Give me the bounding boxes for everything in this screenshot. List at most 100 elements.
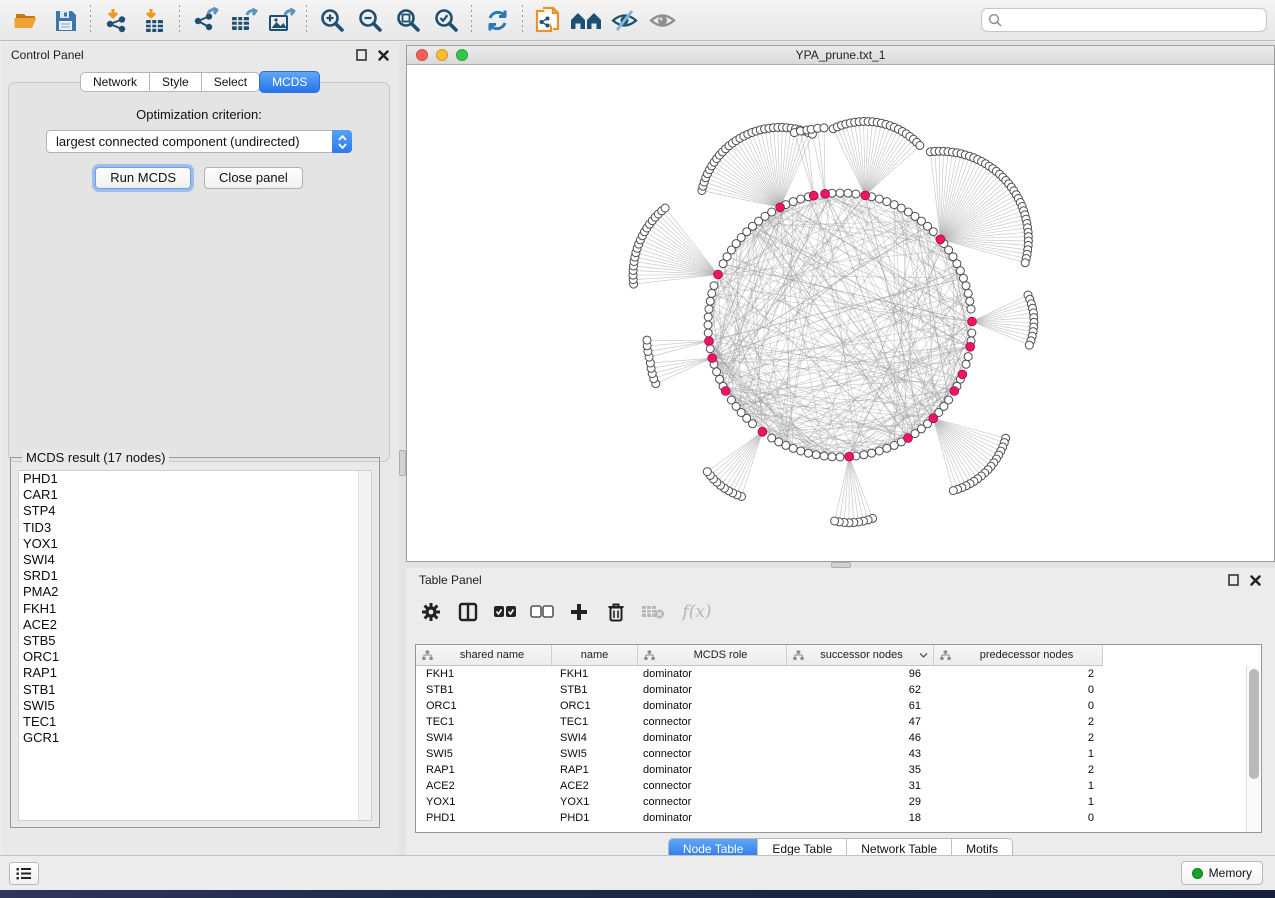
import-network-button[interactable]	[97, 3, 135, 37]
mcds-result-item[interactable]: PMA2	[19, 584, 371, 600]
table-row[interactable]: ORC1ORC1dominator610	[416, 698, 1246, 714]
open-file-button[interactable]	[8, 3, 46, 37]
cell[interactable]: dominator	[638, 700, 787, 712]
cell[interactable]: SWI4	[552, 732, 638, 744]
export-image-button[interactable]	[262, 3, 300, 37]
cell[interactable]: YOX1	[552, 796, 638, 808]
cell[interactable]: 61	[787, 700, 934, 712]
cell[interactable]: 1	[934, 748, 1103, 760]
cell[interactable]: dominator	[638, 764, 787, 776]
cell[interactable]: dominator	[638, 684, 787, 696]
cell[interactable]: PHD1	[552, 812, 638, 824]
cell[interactable]: 1	[934, 780, 1103, 792]
column-header-MCDS-role[interactable]: MCDS role	[638, 645, 787, 666]
cell[interactable]: FKH1	[416, 668, 552, 680]
cell[interactable]: connector	[638, 780, 787, 792]
mcds-result-item[interactable]: STB5	[19, 633, 371, 649]
table-row[interactable]: SWI4SWI4dominator462	[416, 730, 1246, 746]
mcds-result-item[interactable]: CAR1	[19, 487, 371, 503]
float-panel-icon[interactable]	[355, 49, 368, 62]
deselect-all-button[interactable]	[527, 597, 557, 627]
cell[interactable]: 31	[787, 780, 934, 792]
delete-table-button[interactable]	[638, 597, 668, 627]
cell[interactable]: ORC1	[552, 700, 638, 712]
refresh-button[interactable]	[478, 3, 516, 37]
cell[interactable]: 62	[787, 684, 934, 696]
cell[interactable]: 96	[787, 668, 934, 680]
mcds-result-item[interactable]: SRD1	[19, 568, 371, 584]
network-graph[interactable]	[407, 65, 1273, 561]
mcds-result-item[interactable]: ORC1	[19, 649, 371, 665]
cell[interactable]: 29	[787, 796, 934, 808]
mcds-result-item[interactable]: FKH1	[19, 601, 371, 617]
cell[interactable]: 2	[934, 732, 1103, 744]
cell[interactable]: 2	[934, 764, 1103, 776]
zoom-out-button[interactable]	[351, 3, 389, 37]
clone-network-button[interactable]	[529, 3, 567, 37]
tab-style[interactable]: Style	[149, 72, 201, 92]
network-canvas[interactable]	[407, 65, 1274, 561]
cell[interactable]: 1	[934, 796, 1103, 808]
cell[interactable]: connector	[638, 796, 787, 808]
table-row[interactable]: RAP1RAP1dominator352	[416, 762, 1246, 778]
zoom-selected-button[interactable]	[427, 3, 465, 37]
mcds-result-item[interactable]: TEC1	[19, 714, 371, 730]
cell[interactable]: 47	[787, 716, 934, 728]
export-network-button[interactable]	[186, 3, 224, 37]
table-scrollbar[interactable]	[1246, 666, 1261, 832]
optimization-criterion-select[interactable]: largest connected component (undirected)	[46, 130, 352, 153]
table-settings-button[interactable]	[416, 597, 446, 627]
cell[interactable]: 35	[787, 764, 934, 776]
table-row[interactable]: SWI5SWI5connector431	[416, 746, 1246, 762]
cell[interactable]: 0	[934, 700, 1103, 712]
first-neighbors-button[interactable]	[567, 3, 605, 37]
cell[interactable]: connector	[638, 748, 787, 760]
cell[interactable]: ACE2	[416, 780, 552, 792]
zoom-fit-button[interactable]	[389, 3, 427, 37]
cell[interactable]: dominator	[638, 668, 787, 680]
cell[interactable]: 43	[787, 748, 934, 760]
select-all-button[interactable]	[490, 597, 520, 627]
delete-column-button[interactable]	[601, 597, 631, 627]
table-row[interactable]: PHD1PHD1dominator180	[416, 810, 1246, 826]
cell[interactable]: YOX1	[416, 796, 552, 808]
function-builder-button[interactable]: f(x)	[675, 597, 719, 627]
vertical-splitter[interactable]	[399, 42, 406, 855]
mcds-result-item[interactable]: SWI4	[19, 552, 371, 568]
show-columns-button[interactable]	[453, 597, 483, 627]
cell[interactable]: RAP1	[416, 764, 552, 776]
mcds-result-item[interactable]: YOX1	[19, 536, 371, 552]
mcds-result-item[interactable]: ACE2	[19, 617, 371, 633]
cell[interactable]: 0	[934, 684, 1103, 696]
cell[interactable]: STB1	[416, 684, 552, 696]
cell[interactable]: SWI4	[416, 732, 552, 744]
mcds-result-item[interactable]: TID3	[19, 520, 371, 536]
cell[interactable]: 18	[787, 812, 934, 824]
cell[interactable]: TEC1	[552, 716, 638, 728]
memory-button[interactable]: Memory	[1181, 861, 1263, 885]
float-panel-icon[interactable]	[1227, 574, 1240, 587]
search-input[interactable]	[1003, 10, 1260, 30]
splitter-handle[interactable]	[399, 450, 406, 476]
hide-selected-button[interactable]	[605, 3, 643, 37]
cell[interactable]: SWI5	[416, 748, 552, 760]
cell[interactable]: TEC1	[416, 716, 552, 728]
search-field[interactable]	[981, 8, 1267, 32]
mcds-result-item[interactable]: RAP1	[19, 665, 371, 681]
close-panel-icon[interactable]	[1249, 574, 1262, 587]
tab-mcds[interactable]: MCDS	[259, 71, 320, 93]
show-all-button[interactable]	[643, 3, 681, 37]
cell[interactable]: ACE2	[552, 780, 638, 792]
close-panel-icon[interactable]	[377, 49, 390, 62]
tab-select[interactable]: Select	[201, 72, 260, 92]
cell[interactable]: ORC1	[416, 700, 552, 712]
column-header-successor-nodes[interactable]: successor nodes	[787, 645, 934, 666]
cell[interactable]: dominator	[638, 812, 787, 824]
cell[interactable]: RAP1	[552, 764, 638, 776]
mcds-result-item[interactable]: STB1	[19, 682, 371, 698]
mcds-result-item[interactable]: GCR1	[19, 730, 371, 746]
save-session-button[interactable]	[46, 3, 84, 37]
mcds-result-item[interactable]: STP4	[19, 503, 371, 519]
cell[interactable]: SWI5	[552, 748, 638, 760]
table-row[interactable]: STB1STB1dominator620	[416, 682, 1246, 698]
